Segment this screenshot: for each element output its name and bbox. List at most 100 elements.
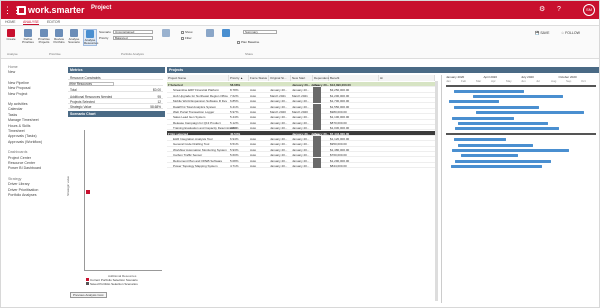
column-header[interactable]: Force Status <box>249 75 269 81</box>
sidebar-item-portfolio-analyses[interactable]: Portfolio Analyses <box>8 193 37 197</box>
gantt-chart[interactable]: January 2020 April 2020 July 2020 October 2… <box>441 75 599 303</box>
view-select[interactable]: Summary <box>237 30 287 34</box>
define-priorities-button[interactable]: Define Priorities <box>21 29 35 44</box>
sidebar-item-manage-timesheet[interactable]: Manage Timesheet <box>8 118 39 122</box>
help-icon[interactable]: ? <box>557 5 561 15</box>
gantt-bar[interactable] <box>461 154 518 158</box>
dependency-cell <box>313 152 321 158</box>
sidebar-item-power-bi-dashboard[interactable]: Power BI Dashboard <box>8 166 41 170</box>
gantt-bar[interactable] <box>452 148 569 152</box>
table-scrollbar[interactable] <box>435 81 438 301</box>
export-button[interactable] <box>219 29 233 37</box>
table-row[interactable]: General Code Drafting Tool 6.51% Auto Janua… <box>167 141 437 147</box>
gantt-bar[interactable] <box>458 143 533 147</box>
column-header[interactable]: Project Name <box>167 75 229 81</box>
gantt-bar[interactable] <box>453 138 506 142</box>
cell-benefit: $1,480,000.00 <box>330 147 350 152</box>
sidebar-item-driver-library[interactable]: Driver Library <box>8 182 30 186</box>
tab-home[interactable]: HOME <box>5 20 16 24</box>
gantt-bar[interactable] <box>476 111 584 115</box>
gantt-bar[interactable] <box>455 159 551 163</box>
cell-benefit: $1,120,000.00 <box>330 137 350 141</box>
cell-priority: 5.93% <box>230 147 239 152</box>
cell-benefit: $870,000.00 <box>330 120 347 125</box>
table-row[interactable]: Training Evaluation and Capacity Determi… <box>167 125 437 131</box>
column-header[interactable]: Benefit <box>329 75 379 81</box>
priority-select[interactable]: Priority Balanced <box>99 36 154 40</box>
gantt-bar[interactable] <box>473 94 563 98</box>
sidebar-item-hours-skills[interactable]: Hours & Skills <box>8 124 30 128</box>
settings-icon[interactable]: ⚙ <box>539 5 545 15</box>
hire-resources-field[interactable]: Hire Resources <box>68 81 163 86</box>
table-row[interactable]: Power Topology Mapping System 4.71% Auto Ja… <box>167 163 437 169</box>
cell-name: Hub Upgrade for Northeast Region Office <box>173 93 228 98</box>
current-scenario-point[interactable] <box>86 190 90 194</box>
gantt-summary-bar[interactable] <box>446 133 596 136</box>
table-row[interactable]: Mobile World Expansion Software R Dev 6.8… <box>167 98 437 104</box>
gantt-bar[interactable] <box>452 116 514 120</box>
sidebar-item-new-project[interactable]: New Project <box>8 92 27 96</box>
save-button[interactable]: 💾 SAVE <box>535 31 549 35</box>
sidebar-item-tasks[interactable]: Tasks <box>8 113 17 117</box>
scenario-select[interactable]: Scenario Unconstrained <box>99 30 154 34</box>
create-button[interactable]: Create <box>4 29 18 41</box>
dependency-cell <box>313 125 321 131</box>
follow-button[interactable]: ☆ FOLLOW <box>561 31 580 35</box>
gantt-bar[interactable] <box>453 89 524 93</box>
sidebar-item-timesheet[interactable]: Timesheet <box>8 129 25 133</box>
sidebar-item-driver-prioritisation[interactable]: Driver Prioritisation <box>8 188 38 192</box>
table-row[interactable]: Streamline ERP Financial Platform 8.78% Au… <box>167 87 437 93</box>
brand-logo[interactable]: work.smarter <box>17 4 85 16</box>
column-header[interactable]: Hi <box>379 75 435 81</box>
cell-name: Mobile World Expansion Software R Dev <box>173 99 228 104</box>
previous-analysis-button[interactable]: Previous Analysis Cost <box>70 292 107 298</box>
gantt-summary-bar[interactable] <box>446 84 596 87</box>
sidebar-item-my-activities[interactable]: My activities <box>8 102 28 106</box>
review-portfolio-button[interactable]: Review Portfolio <box>52 29 66 44</box>
sidebar-item-approvals-workflow[interactable]: Approvals (Workflow) <box>8 140 42 144</box>
gantt-bar[interactable] <box>450 165 542 169</box>
cell-ost: January 20... <box>270 158 288 163</box>
run-analysis-button[interactable] <box>159 29 173 37</box>
column-header[interactable]: Original St... <box>269 75 291 81</box>
gantt-bar[interactable] <box>458 121 548 125</box>
sidebar-item-new-proposal[interactable]: New Proposal <box>8 86 30 90</box>
tab-analyse[interactable]: ANALYSE <box>23 20 39 25</box>
sidebar-item-home[interactable]: Home <box>8 65 18 69</box>
sidebar-item-new[interactable]: New <box>8 70 15 74</box>
gantt-bar[interactable] <box>449 100 499 104</box>
sidebar-item-strategy[interactable]: Strategy <box>8 177 21 181</box>
check-filter[interactable]: Filter <box>181 36 192 40</box>
column-header[interactable]: Dependency <box>313 75 331 81</box>
chart-y-axis <box>84 130 85 270</box>
gantt-bar[interactable] <box>453 105 539 109</box>
avatar[interactable]: SM <box>583 4 595 16</box>
app-launcher-icon[interactable]: ⋮⋮ <box>3 4 21 16</box>
dependency-cell <box>313 87 321 93</box>
analyse-scenario-button[interactable]: Analyse Scenario <box>67 29 81 44</box>
column-header[interactable]: Priority ▲ <box>229 75 249 81</box>
scenario-chart[interactable]: Strategic value Additional Resources Cur… <box>66 124 165 299</box>
table-row[interactable]: DataPrint Total Analytics System 6.41% Aut… <box>167 103 437 109</box>
analyse-resources-button[interactable]: Analyse Resources <box>83 29 98 47</box>
sidebar-item-approvals-tasks[interactable]: Approvals (Tasks) <box>8 134 37 138</box>
table-row[interactable]: Carbon Traffic Sensor 5.60% Auto January 20… <box>167 152 437 158</box>
prioritise-projects-button[interactable]: Prioritise Projects <box>37 29 51 44</box>
cell-nst: January 20... <box>292 147 310 152</box>
column-header[interactable]: New Start <box>291 75 313 81</box>
sidebar-item-new-pipeline[interactable]: New Pipeline <box>8 81 29 85</box>
metrics-row: Strategic Value 58.68% <box>68 104 163 109</box>
sidebar-item-dashboards[interactable]: Dashboards <box>8 150 27 154</box>
table-row[interactable]: Retirement Plan and OPEB Software 5.08% Au… <box>167 157 437 163</box>
gantt-bar[interactable] <box>455 127 559 131</box>
compare-button[interactable] <box>203 29 217 37</box>
table-row[interactable]: Sales Lead Gen System 5.44% Auto January 20… <box>167 114 437 120</box>
check-show[interactable]: Show <box>181 30 193 34</box>
sidebar-item-resource-center[interactable]: Resource Center <box>8 161 35 165</box>
group-row[interactable]: ▾ Not selected 40.54% January 20... Januar… <box>167 130 437 136</box>
sidebar-item-calendar[interactable]: Calendar <box>8 107 23 111</box>
cell-name: Streamline ERP Financial Platform <box>173 88 220 93</box>
check-plan-baseline[interactable]: Plan Baseline <box>237 40 259 44</box>
sidebar-item-project-center[interactable]: Project Center <box>8 156 31 160</box>
tab-editor[interactable]: EDITOR <box>47 20 60 24</box>
